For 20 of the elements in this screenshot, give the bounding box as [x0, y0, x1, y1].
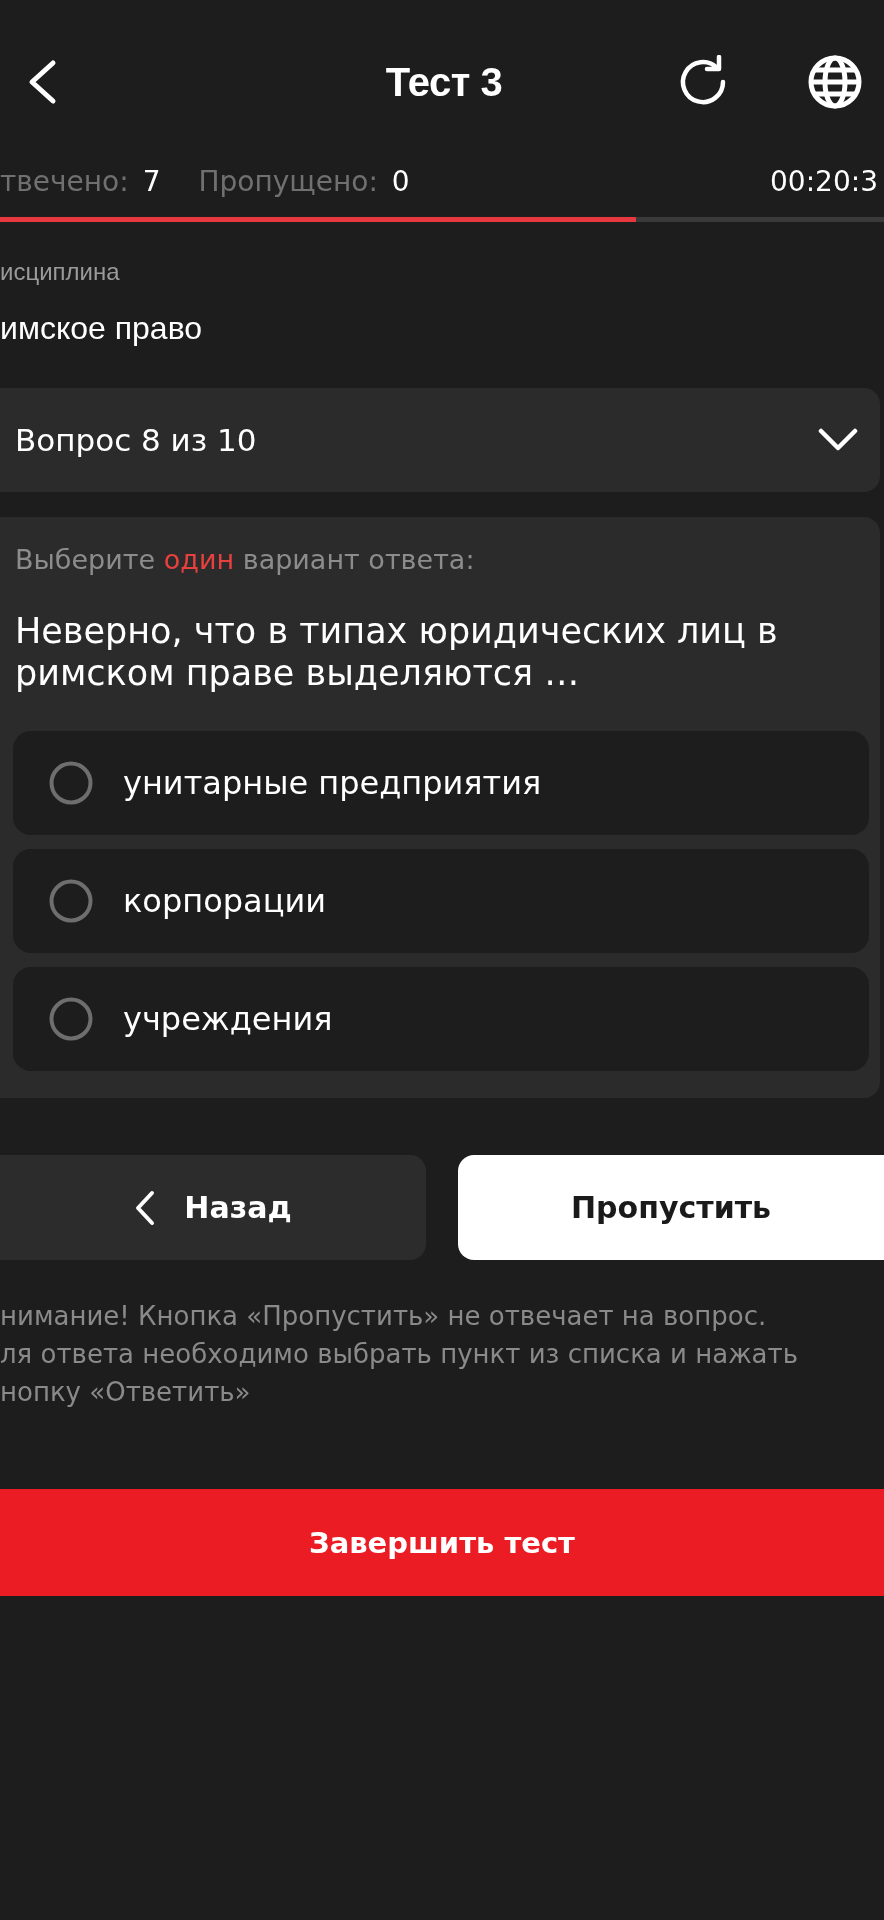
answer-option[interactable]: учреждения	[13, 967, 869, 1071]
back-nav-button[interactable]: Назад	[0, 1155, 426, 1260]
discipline-label: исциплина	[0, 257, 121, 287]
test-title: Тест 3	[385, 59, 503, 106]
back-chevron-icon	[134, 1189, 157, 1226]
stat-label: твечено:	[0, 164, 129, 200]
question-text: Неверно, что в типах юридических лиц в римском праве выделяются …	[15, 610, 779, 694]
question-dropdown[interactable]: Вопрос 8 из 10	[0, 388, 880, 492]
timer-text: 00:20:3	[770, 164, 879, 200]
answer-option[interactable]: унитарные предприятия	[13, 731, 869, 835]
answer-option[interactable]: корпорации	[13, 849, 869, 953]
skip-button[interactable]: Пропустить	[458, 1155, 884, 1260]
stat-value: 0	[391, 164, 410, 200]
stat-value: 7	[142, 164, 161, 200]
finish-test-button[interactable]: Завершить тест	[0, 1489, 884, 1596]
instruction-text: Выберите один вариант ответа:	[15, 543, 476, 577]
notice-text: нимание! Кнопка «Пропустить» не отвечает на вопрос. ля ответа необходимо выбрать пункт из списка и нажать нопку «Ответить»	[0, 1300, 799, 1409]
globe-icon[interactable]	[808, 55, 862, 109]
stat-label: Пропущено:	[198, 164, 378, 200]
discipline-value: имское право	[0, 309, 204, 348]
